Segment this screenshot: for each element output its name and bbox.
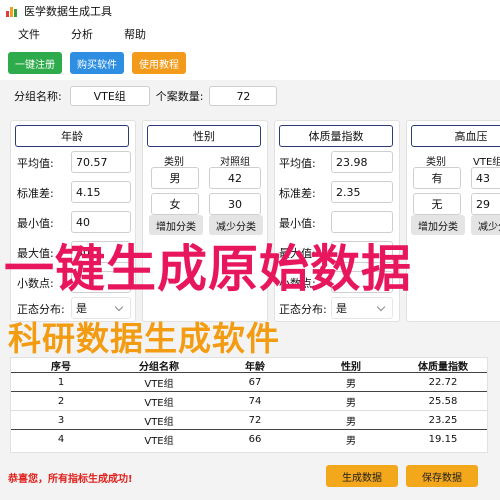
age-normal-select[interactable]: 是: [71, 297, 131, 319]
htn-category-field[interactable]: 有: [413, 167, 461, 189]
age-mean-label: 平均值:: [17, 157, 54, 170]
menu-analysis[interactable]: 分析: [53, 26, 106, 42]
register-button[interactable]: 一键注册: [8, 52, 62, 74]
htn-add-category-button[interactable]: 增加分类: [411, 215, 465, 235]
col-header-sex: 性别: [341, 361, 361, 373]
chevron-down-icon: [114, 302, 124, 312]
window-title: 医学数据生成工具: [24, 5, 112, 18]
generate-data-button[interactable]: 生成数据: [326, 465, 398, 487]
bmi-normal-value: 是: [336, 302, 347, 315]
sex-control-field[interactable]: 30: [209, 193, 261, 215]
menu-bar: 文件 分析 帮助: [0, 22, 500, 46]
table-row[interactable]: 3 VTE组 72 男 23.25: [11, 410, 487, 429]
sex-category-field[interactable]: 男: [151, 167, 199, 189]
hypertension-panel-title: 高血压: [411, 125, 500, 147]
bmi-sd-label: 标准差:: [279, 187, 316, 200]
menu-file[interactable]: 文件: [0, 26, 53, 42]
table-row[interactable]: 2 VTE组 74 男 25.58: [11, 391, 487, 410]
age-normal-value: 是: [76, 302, 87, 315]
toolbar: 一键注册 购买软件 使用教程: [0, 46, 500, 80]
cell-sex: 男: [346, 378, 356, 390]
bmi-sd-field[interactable]: 2.35: [331, 181, 393, 203]
cell-sex: 男: [346, 397, 356, 409]
data-table: 序号 分组名称 年龄 性别 体质量指数 1 VTE组 67 男 22.72 2 …: [10, 357, 488, 453]
bmi-panel-title: 体质量指数: [279, 125, 393, 147]
sex-remove-category-button[interactable]: 减少分类: [209, 215, 263, 235]
htn-col-category: 类别: [426, 157, 446, 168]
sex-category-field[interactable]: 女: [151, 193, 199, 215]
cell-sex: 男: [346, 435, 356, 447]
chevron-down-icon: [376, 302, 386, 312]
tutorial-button[interactable]: 使用教程: [132, 52, 186, 74]
htn-control-field[interactable]: 29: [471, 193, 500, 215]
col-header-bmi: 体质量指数: [418, 361, 468, 373]
cell-age: 74: [248, 395, 262, 407]
cell-index: 3: [57, 414, 65, 426]
title-bar: 医学数据生成工具: [0, 0, 500, 22]
bmi-normal-label: 正态分布:: [279, 303, 327, 316]
cell-sex: 男: [346, 416, 356, 428]
cell-group: VTE组: [144, 397, 174, 409]
age-sd-label: 标准差:: [17, 187, 54, 200]
sex-col-category: 类别: [164, 157, 184, 168]
sex-panel-title: 性别: [147, 125, 261, 147]
cell-age: 66: [248, 433, 262, 445]
cell-bmi: 23.25: [428, 414, 458, 426]
table-row[interactable]: 4 VTE组 66 男 19.15: [11, 429, 487, 448]
col-header-index: 序号: [51, 361, 71, 373]
age-normal-label: 正态分布:: [17, 303, 65, 316]
case-count-field[interactable]: 72: [209, 86, 278, 106]
htn-control-field[interactable]: 43: [471, 167, 500, 189]
save-data-button[interactable]: 保存数据: [406, 465, 478, 487]
menu-help[interactable]: 帮助: [106, 26, 159, 42]
cell-index: 1: [57, 376, 65, 388]
buy-button[interactable]: 购买软件: [70, 52, 124, 74]
hypertension-panel: 高血压 类别 VTE组 有 43 无 29 增加分类 减少分类: [406, 120, 500, 322]
case-count-label: 个案数量:: [155, 90, 204, 103]
cell-bmi: 19.15: [428, 433, 458, 445]
cell-index: 4: [57, 433, 65, 445]
age-min-field[interactable]: 40: [71, 211, 131, 233]
group-bar: 分组名称: VTE组 个案数量: 72: [0, 82, 500, 110]
sex-control-field[interactable]: 42: [209, 167, 261, 189]
cell-age: 67: [248, 376, 262, 388]
group-name-label: 分组名称:: [14, 90, 62, 103]
htn-col-control: VTE组: [473, 157, 500, 168]
cell-bmi: 22.72: [428, 376, 458, 388]
bmi-min-label: 最小值:: [279, 217, 316, 230]
cell-group: VTE组: [144, 435, 174, 447]
age-panel-title: 年龄: [15, 125, 129, 147]
app-logo-icon: [6, 5, 18, 17]
age-sd-field[interactable]: 4.15: [71, 181, 131, 203]
promo-subline: 科研数据生成软件: [8, 319, 280, 358]
sex-col-control: 对照组: [220, 157, 250, 168]
bmi-min-field[interactable]: [331, 211, 393, 233]
col-header-group: 分组名称: [139, 361, 179, 373]
table-row[interactable]: 1 VTE组 67 男 22.72: [11, 372, 487, 391]
cell-group: VTE组: [144, 416, 174, 428]
group-name-field[interactable]: VTE组: [69, 86, 150, 106]
promo-headline: 一键生成原始数据: [4, 240, 412, 298]
table-header: 序号 分组名称 年龄 性别 体质量指数: [11, 358, 487, 373]
status-message: 恭喜您，所有指标生成成功!: [8, 474, 133, 485]
bmi-mean-field[interactable]: 23.98: [331, 151, 393, 173]
col-header-age: 年龄: [245, 361, 265, 373]
htn-remove-category-button[interactable]: 减少分类: [471, 215, 500, 235]
age-min-label: 最小值:: [17, 217, 54, 230]
htn-category-field[interactable]: 无: [413, 193, 461, 215]
cell-group: VTE组: [144, 378, 174, 390]
cell-age: 72: [248, 414, 262, 426]
cell-bmi: 25.58: [428, 395, 458, 407]
sex-add-category-button[interactable]: 增加分类: [149, 215, 203, 235]
cell-index: 2: [57, 395, 65, 407]
bmi-mean-label: 平均值:: [279, 157, 316, 170]
age-mean-field[interactable]: 70.57: [71, 151, 131, 173]
bmi-normal-select[interactable]: 是: [331, 297, 393, 319]
